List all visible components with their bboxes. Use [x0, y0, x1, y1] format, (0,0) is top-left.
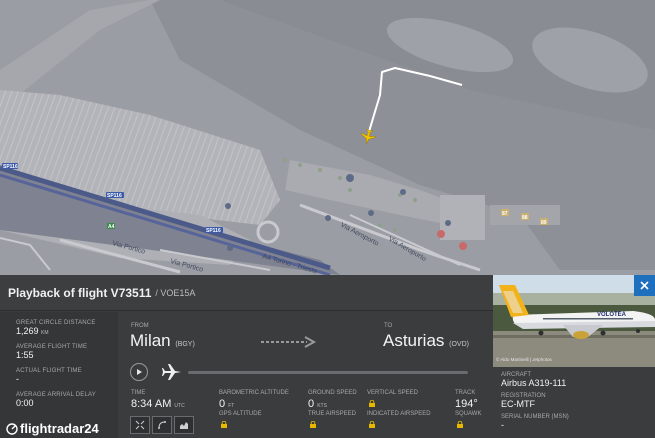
- close-icon: [640, 281, 649, 290]
- indicated-airspeed-label: INDICATED AIRSPEED: [367, 411, 431, 417]
- svg-text:87: 87: [502, 211, 508, 217]
- svg-text:SP116: SP116: [107, 193, 122, 199]
- panel-header: Playback of flight V73511 / VOE15A: [0, 275, 493, 311]
- svg-text:89: 89: [541, 220, 547, 226]
- fit-view-button[interactable]: [130, 416, 150, 434]
- speed-unit: KTS: [317, 403, 327, 409]
- playback-panel: Playback of flight V73511 / VOE15A GREAT…: [0, 275, 493, 438]
- vertical-speed-label: VERTICAL SPEED: [367, 390, 419, 396]
- flight-callsign: / VOE15A: [155, 287, 196, 298]
- livery-text: VOLOTEA: [597, 312, 627, 318]
- route-icon: [158, 421, 166, 429]
- aircraft-photo: VOLOTEA: [493, 275, 655, 367]
- graph-button[interactable]: [174, 416, 194, 434]
- origin-code: (BGY): [175, 341, 195, 348]
- to-label: TO: [384, 323, 393, 329]
- aircraft-value: Airbus A319-111: [501, 378, 567, 388]
- registration-value: EC-MTF: [501, 399, 535, 409]
- destination-city: Asturias (OVD): [383, 331, 469, 350]
- ground-speed-label: GROUND SPEED: [308, 390, 357, 396]
- close-button[interactable]: [634, 275, 655, 296]
- lock-icon: [369, 421, 375, 428]
- graph-icon: [180, 422, 188, 429]
- svg-text:SP116: SP116: [206, 228, 221, 234]
- flight-title: Playback of flight V73511: [8, 285, 152, 300]
- altitude-unit: FT: [228, 403, 235, 409]
- timeline-plane-icon: [162, 364, 181, 380]
- actual-flight-time-value: -: [16, 374, 19, 384]
- playback-timeline-slider[interactable]: [188, 371, 468, 374]
- svg-text:A4: A4: [108, 224, 115, 230]
- lock-icon: [221, 421, 227, 428]
- fit-view-icon: [135, 420, 145, 430]
- serial-number-value: -: [501, 420, 504, 430]
- origin-city: Milan (BGY): [130, 331, 195, 350]
- track-value: 194°: [455, 398, 478, 410]
- svg-text:SP116: SP116: [3, 164, 18, 170]
- lock-icon: [457, 421, 463, 428]
- true-airspeed-label: TRUE AIRSPEED: [308, 411, 357, 417]
- destination-code: (OVD): [449, 341, 469, 348]
- average-flight-time-value: 1:55: [16, 350, 34, 360]
- play-icon: [137, 369, 142, 375]
- aircraft-info-panel: VOLOTEA © Aldo Martinelli | Jetphotos AI…: [493, 275, 655, 438]
- barometric-altitude-label: BAROMETRIC ALTITUDE: [219, 390, 289, 396]
- flightradar24-logo-icon: [6, 422, 18, 435]
- average-arrival-delay-value: 0:00: [16, 398, 34, 408]
- play-button[interactable]: [130, 363, 148, 381]
- flight-stats: GREAT CIRCLE DISTANCE 1,269 KM AVERAGE F…: [0, 312, 118, 438]
- great-circle-distance-value: 1,269 KM: [16, 326, 49, 336]
- squawk-label: SQUAWK: [455, 411, 482, 417]
- route-arrow-icon: [261, 336, 317, 348]
- svg-text:88: 88: [522, 215, 528, 221]
- track-label: TRACK: [455, 390, 476, 396]
- from-label: FROM: [131, 323, 149, 329]
- flightradar24-logo-text: flightradar24: [20, 421, 99, 436]
- serial-number-label: SERIAL NUMBER (MSN): [501, 414, 569, 420]
- playback-toolbar: [130, 416, 194, 434]
- time-label: TIME: [131, 390, 146, 396]
- route-section: FROM Milan (BGY) TO Asturias (OVD) TIME …: [118, 312, 493, 438]
- aircraft-details: AIRCRAFT Airbus A319-111 REGISTRATION EC…: [501, 372, 569, 435]
- lock-icon: [310, 421, 316, 428]
- lock-icon: [369, 400, 375, 407]
- distance-unit: KM: [41, 330, 49, 336]
- ground-speed-value: 0 KTS: [308, 398, 327, 410]
- flightradar24-logo: flightradar24: [6, 421, 99, 436]
- barometric-altitude-value: 0 FT: [219, 398, 235, 410]
- photo-credit: © Aldo Martinelli | Jetphotos: [496, 357, 552, 362]
- route-button[interactable]: [152, 416, 172, 434]
- gps-altitude-label: GPS ALTITUDE: [219, 411, 262, 417]
- time-value: 8:34 AM UTC: [131, 398, 185, 410]
- flightradar-playback-screen: 87 88 89 SP116 SP116 SP116 A4 Via Portic…: [0, 0, 655, 438]
- time-unit: UTC: [174, 403, 185, 409]
